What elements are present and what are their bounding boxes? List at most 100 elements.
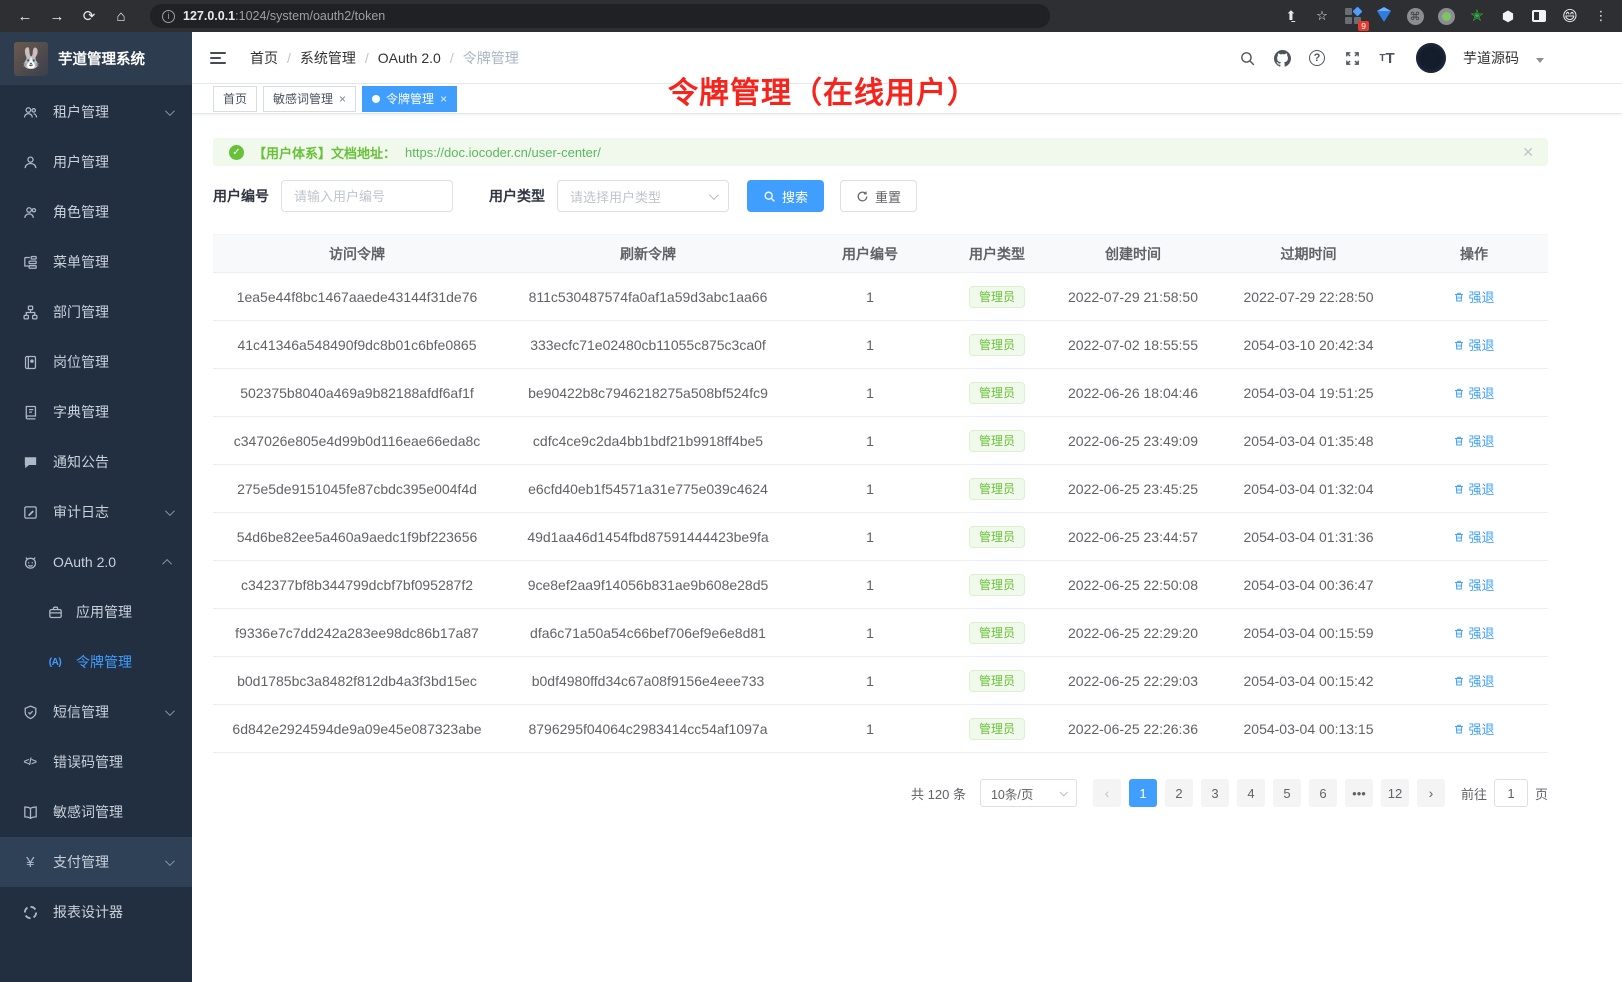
tab-首页[interactable]: 首页 xyxy=(213,86,257,112)
font-size-icon[interactable]: TT xyxy=(1377,48,1397,68)
star-extension-icon[interactable]: ✭ xyxy=(1468,7,1486,25)
username[interactable]: 芋道源码 xyxy=(1463,48,1519,68)
force-logout-button[interactable]: 强退 xyxy=(1453,431,1494,450)
home-icon[interactable]: ⌂ xyxy=(108,3,134,29)
goto-page-input[interactable] xyxy=(1494,779,1528,807)
share-icon[interactable]: ⬆̱ xyxy=(1282,7,1300,25)
page-button-3[interactable]: 3 xyxy=(1201,779,1229,807)
logo-bar[interactable]: 🐰 芋道管理系统 xyxy=(0,32,192,85)
sidebar-fold-icon[interactable] xyxy=(210,48,230,68)
force-logout-button[interactable]: 强退 xyxy=(1453,527,1494,546)
sidebar-item-errcode[interactable]: </>错误码管理 xyxy=(0,737,192,787)
breadcrumb-separator: / xyxy=(365,50,369,66)
cell-access-token: 1ea5e44f8bc1467aaede43144f31de76 xyxy=(213,273,501,321)
search-button[interactable]: 搜索 xyxy=(747,180,824,212)
github-icon[interactable] xyxy=(1272,48,1292,68)
sidebar-item-users[interactable]: 租户管理 xyxy=(0,87,192,137)
force-logout-button[interactable]: 强退 xyxy=(1453,623,1494,642)
sidebar-item-audit[interactable]: 审计日志 xyxy=(0,487,192,537)
page-ellipsis-button[interactable]: ••• xyxy=(1345,779,1373,807)
user-id-input[interactable] xyxy=(281,180,453,212)
sidebar-item-label: 短信管理 xyxy=(53,702,165,722)
prev-page-button[interactable]: ‹ xyxy=(1093,779,1121,807)
fullscreen-icon[interactable] xyxy=(1342,48,1362,68)
help-icon[interactable]: ? xyxy=(1307,48,1327,68)
content: ✓ 【用户体系】文档地址： https://doc.iocoder.cn/use… xyxy=(213,114,1548,807)
force-logout-button[interactable]: 强退 xyxy=(1453,671,1494,690)
sidebar-item-dict[interactable]: 字典管理 xyxy=(0,387,192,437)
page-button-12[interactable]: 12 xyxy=(1381,779,1409,807)
force-logout-button[interactable]: 强退 xyxy=(1453,383,1494,402)
site-info-icon[interactable]: i xyxy=(162,10,175,23)
sidebar-item-report[interactable]: 报表设计器 xyxy=(0,887,192,937)
sidebar-item-label: 报表设计器 xyxy=(53,902,176,922)
tab-敏感词管理[interactable]: 敏感词管理× xyxy=(263,86,356,112)
command-extension-icon[interactable]: ⌘ xyxy=(1406,7,1424,25)
user-type-badge: 管理员 xyxy=(969,574,1025,596)
table-row: f9336e7c7dd242a283ee98dc86b17a87dfa6c71a… xyxy=(213,609,1548,657)
tab-close-icon[interactable]: × xyxy=(440,92,447,106)
sidebar-item-pay[interactable]: ¥支付管理 xyxy=(0,837,192,887)
cell-user-id: 1 xyxy=(795,561,945,609)
cell-access-token: 275e5de9151045fe87cbdc395e004f4d xyxy=(213,465,501,513)
cell-access-token: b0d1785bc3a8482f812db4a3f3bd15ec xyxy=(213,657,501,705)
sidebar-item-app[interactable]: 应用管理 xyxy=(0,587,192,637)
user-avatar[interactable] xyxy=(1416,43,1446,73)
doc-link[interactable]: https://doc.iocoder.cn/user-center/ xyxy=(405,145,601,160)
page-button-6[interactable]: 6 xyxy=(1309,779,1337,807)
page-button-4[interactable]: 4 xyxy=(1237,779,1265,807)
search-icon[interactable] xyxy=(1237,48,1257,68)
forward-icon[interactable]: → xyxy=(44,3,70,29)
cell-user-id: 1 xyxy=(795,513,945,561)
page-size-select[interactable]: 10条/页 xyxy=(980,779,1077,807)
record-extension-icon[interactable] xyxy=(1437,7,1455,25)
user-caret-icon[interactable] xyxy=(1536,58,1544,63)
side-panel-icon[interactable] xyxy=(1530,7,1548,25)
cell-expire-time: 2054-03-04 00:36:47 xyxy=(1217,561,1400,609)
address-bar[interactable]: i 127.0.0.1:1024/system/oauth2/token xyxy=(150,4,1050,28)
page-button-2[interactable]: 2 xyxy=(1165,779,1193,807)
browser-menu-icon[interactable]: ⋮ xyxy=(1592,7,1610,25)
force-logout-button[interactable]: 强退 xyxy=(1453,719,1494,738)
sidebar-item-token[interactable]: (A)令牌管理 xyxy=(0,637,192,687)
tab-令牌管理[interactable]: 令牌管理× xyxy=(362,86,457,112)
reset-button[interactable]: 重置 xyxy=(840,180,917,212)
breadcrumb-item[interactable]: 系统管理 xyxy=(300,48,356,68)
breadcrumb-item[interactable]: OAuth 2.0 xyxy=(378,50,441,66)
cell-actions: 强退 xyxy=(1400,417,1548,465)
next-page-button[interactable]: › xyxy=(1417,779,1445,807)
user-type-badge: 管理员 xyxy=(969,670,1025,692)
sidebar-item-sms[interactable]: 短信管理 xyxy=(0,687,192,737)
page-button-1[interactable]: 1 xyxy=(1129,779,1157,807)
url-text: 127.0.0.1:1024/system/oauth2/token xyxy=(183,9,385,23)
sidebar-item-sensitive[interactable]: 敏感词管理 xyxy=(0,787,192,837)
reload-icon[interactable]: ⟳ xyxy=(76,3,102,29)
sidebar-item-role[interactable]: 角色管理 xyxy=(0,187,192,237)
tab-close-icon[interactable]: × xyxy=(339,92,346,106)
table-row: 275e5de9151045fe87cbdc395e004f4de6cfd40e… xyxy=(213,465,1548,513)
user-type-badge: 管理员 xyxy=(969,286,1025,308)
sidebar-item-label: 应用管理 xyxy=(76,602,176,622)
force-logout-button[interactable]: 强退 xyxy=(1453,479,1494,498)
extension-grid-icon[interactable]: 9 xyxy=(1344,7,1362,25)
force-logout-button[interactable]: 强退 xyxy=(1453,575,1494,594)
extensions-puzzle-icon[interactable]: ⬢ xyxy=(1499,7,1517,25)
cell-actions: 强退 xyxy=(1400,321,1548,369)
force-logout-button[interactable]: 强退 xyxy=(1453,335,1494,354)
profile-emoji-icon[interactable]: 😄 xyxy=(1561,7,1579,25)
breadcrumb-item[interactable]: 首页 xyxy=(250,48,278,68)
force-logout-button[interactable]: 强退 xyxy=(1453,287,1494,306)
bookmark-star-icon[interactable]: ☆ xyxy=(1313,7,1331,25)
sidebar-item-org[interactable]: 部门管理 xyxy=(0,287,192,337)
back-icon[interactable]: ← xyxy=(12,3,38,29)
sidebar-item-badge[interactable]: 岗位管理 xyxy=(0,337,192,387)
sidebar-item-oauth[interactable]: OAuth 2.0 xyxy=(0,537,192,587)
gem-extension-icon[interactable] xyxy=(1375,7,1393,25)
cell-expire-time: 2054-03-04 00:15:42 xyxy=(1217,657,1400,705)
page-button-5[interactable]: 5 xyxy=(1273,779,1301,807)
user-type-select[interactable]: 请选择用户类型 xyxy=(557,180,729,212)
alert-close-icon[interactable]: ✕ xyxy=(1522,144,1534,161)
sidebar-item-notice[interactable]: 通知公告 xyxy=(0,437,192,487)
sidebar-item-menu-tree[interactable]: 菜单管理 xyxy=(0,237,192,287)
sidebar-item-user[interactable]: 用户管理 xyxy=(0,137,192,187)
